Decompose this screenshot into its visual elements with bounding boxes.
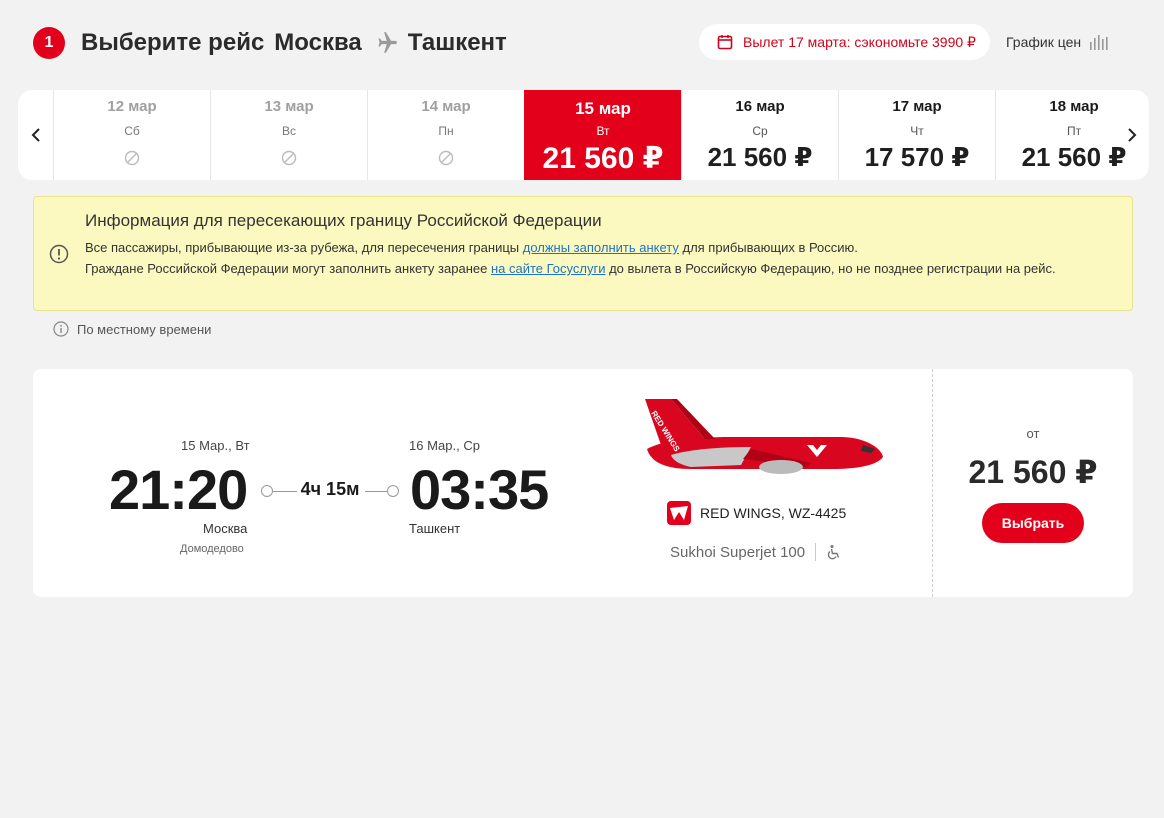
day-list: 12 мар Сб 13 мар Вс 14 мар Пн 15 мар Вт … [53, 90, 1149, 180]
airline-info: RED WINGS, WZ-4425 [667, 501, 846, 525]
flight-price: 21 560 ₽ [968, 454, 1098, 490]
fill-form-link[interactable]: должны заполнить анкету [523, 240, 679, 255]
day-date: 14 мар [421, 98, 471, 115]
day-weekday: Сб [124, 124, 140, 138]
calendar-icon [717, 35, 733, 50]
unavailable-icon [124, 150, 140, 166]
day-14-mar: 14 мар Пн [367, 90, 524, 180]
day-date: 15 мар [575, 99, 631, 118]
info-title: Информация для пересекающих границу Росс… [85, 211, 602, 230]
info-icon [53, 321, 69, 337]
info-text: Все пассажиры, прибывающие из-за рубежа,… [85, 237, 1095, 279]
wings-icon [670, 506, 688, 520]
route-end-dot [387, 485, 399, 497]
airline-logo-icon [667, 501, 691, 525]
price-from-label: от [1026, 426, 1040, 441]
day-price: 21 560 ₽ [707, 142, 813, 172]
destination-city: Ташкент [407, 29, 507, 56]
price-column: от 21 560 ₽ Выбрать [932, 369, 1133, 597]
select-flight-button[interactable]: Выбрать [982, 503, 1084, 543]
page-header: 1 Выберите рейс Москва Ташкент Вылет 17 … [0, 0, 1164, 90]
day-12-mar: 12 мар Сб [53, 90, 210, 180]
day-13-mar: 13 мар Вс [210, 90, 367, 180]
price-graph-button[interactable]: График цен [1006, 30, 1109, 54]
bar-chart-icon [1090, 35, 1108, 50]
departure-airport: Домодедово [180, 543, 244, 555]
chevron-left-icon [31, 128, 40, 142]
wheelchair-icon [827, 545, 840, 560]
price-graph-label: График цен [1006, 34, 1082, 50]
duration-text: 4ч 15м [300, 479, 360, 499]
prev-dates-button[interactable] [18, 90, 53, 180]
arrival-city: Ташкент [409, 521, 461, 536]
gosuslugi-link[interactable]: на сайте Госуслуги [491, 261, 606, 276]
day-price: 17 570 ₽ [864, 142, 970, 172]
day-date: 16 мар [735, 98, 785, 115]
aircraft-model: Sukhoi Superjet 100 [670, 543, 806, 561]
day-price: 21 560 ₽ [542, 142, 664, 175]
next-dates-button[interactable] [1114, 90, 1149, 180]
arrival-date: 16 Мар., Ср [409, 438, 480, 453]
chevron-right-icon [1127, 128, 1136, 142]
route-start-dot [261, 485, 273, 497]
info-line1-start: Все пассажиры, прибывающие из-за рубежа,… [85, 240, 523, 255]
aircraft-illustration: RED WINGS [645, 399, 883, 474]
warning-circle-icon [49, 244, 69, 264]
day-date: 17 мар [892, 98, 942, 115]
step-badge: 1 [33, 27, 65, 59]
flight-duration: 4ч 15м [261, 479, 399, 503]
departure-time: 21:20 [109, 458, 248, 521]
local-time-note: По местному времени [53, 320, 211, 338]
day-weekday: Вс [281, 124, 296, 138]
info-line2-start: Граждане Российской Федерации могут запо… [85, 261, 491, 276]
date-selector: 12 мар Сб 13 мар Вс 14 мар Пн 15 мар Вт … [18, 90, 1149, 180]
unavailable-icon [438, 150, 454, 166]
page-title: Выберите рейс Москва Ташкент [81, 26, 507, 60]
info-line2-end: до вылета в Российскую Федерацию, но не … [605, 261, 1056, 276]
day-15-mar[interactable]: 15 мар Вт 21 560 ₽ [524, 90, 681, 180]
divider [815, 543, 817, 561]
day-weekday: Ср [752, 124, 768, 138]
border-info-banner: Информация для пересекающих границу Росс… [33, 196, 1133, 311]
unavailable-icon [281, 150, 297, 166]
origin-city: Москва [274, 29, 362, 56]
departure-date: 15 Мар., Вт [181, 438, 250, 453]
day-weekday: Вт [596, 124, 610, 138]
departure-city: Москва [203, 521, 248, 536]
promo-text: Вылет 17 марта: сэкономьте 3990 ₽ [743, 33, 976, 50]
route-line [273, 491, 297, 492]
arrival-time: 03:35 [410, 458, 549, 521]
day-weekday: Пн [438, 124, 454, 138]
aircraft-info: Sukhoi Superjet 100 [670, 543, 842, 561]
day-17-mar[interactable]: 17 мар Чт 17 570 ₽ [838, 90, 995, 180]
airline-flight-number: RED WINGS, WZ-4425 [700, 505, 847, 521]
title-prefix: Выберите рейс [81, 29, 265, 56]
day-weekday: Чт [910, 124, 924, 138]
promo-button[interactable]: Вылет 17 марта: сэкономьте 3990 ₽ [699, 24, 990, 60]
flight-card: 15 Мар., Вт 21:20 Москва Домодедово 4ч 1… [33, 369, 1133, 597]
info-line1-end: для прибывающих в Россию. [678, 240, 858, 255]
plane-icon [378, 32, 397, 53]
local-time-label: По местному времени [77, 321, 212, 337]
route-line [365, 491, 387, 492]
day-date: 12 мар [107, 98, 157, 115]
day-16-mar[interactable]: 16 мар Ср 21 560 ₽ [681, 90, 838, 180]
day-date: 13 мар [264, 98, 314, 115]
